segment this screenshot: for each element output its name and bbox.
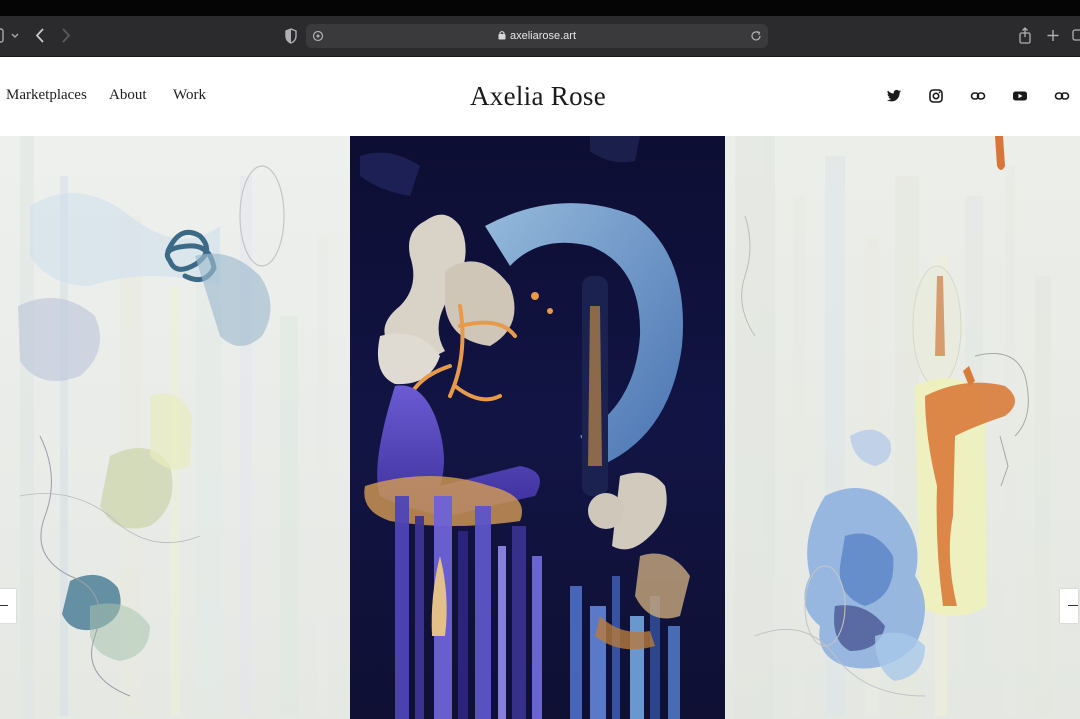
share-icon[interactable] <box>1018 16 1032 56</box>
lock-icon <box>498 25 506 49</box>
privacy-shield-icon[interactable] <box>284 16 298 56</box>
artwork-right[interactable] <box>725 136 1080 719</box>
back-icon[interactable] <box>34 16 46 56</box>
url-display: axeliarose.art <box>306 24 768 49</box>
twitter-icon[interactable] <box>886 88 902 104</box>
artwork-carousel <box>0 136 1080 719</box>
artwork-center[interactable] <box>350 136 725 719</box>
forward-icon[interactable] <box>60 16 72 56</box>
link-icon[interactable] <box>1054 88 1070 104</box>
prev-arrow[interactable] <box>0 589 16 623</box>
new-tab-icon[interactable] <box>1046 16 1060 56</box>
address-bar[interactable]: axeliarose.art <box>306 24 768 48</box>
url-text: axeliarose.art <box>509 30 577 42</box>
sidebar-icon[interactable] <box>0 16 6 56</box>
site-title[interactable]: Axelia Rose <box>0 57 1076 136</box>
reload-icon[interactable] <box>750 29 762 48</box>
link-icon[interactable] <box>970 88 986 104</box>
arrow-right-icon <box>1068 605 1078 606</box>
site-header: Marketplaces About Work Axelia Rose <box>0 57 1080 136</box>
next-arrow[interactable] <box>1060 589 1078 623</box>
browser-toolbar: axeliarose.art <box>0 16 1080 57</box>
instagram-icon[interactable] <box>928 88 944 104</box>
screen-bezel <box>0 0 1080 16</box>
chevron-down-icon[interactable] <box>11 16 19 56</box>
arrow-left-icon <box>0 605 8 606</box>
tab-overview-icon[interactable] <box>1072 16 1080 56</box>
artwork-left[interactable] <box>0 136 350 719</box>
youtube-icon[interactable] <box>1012 88 1028 104</box>
